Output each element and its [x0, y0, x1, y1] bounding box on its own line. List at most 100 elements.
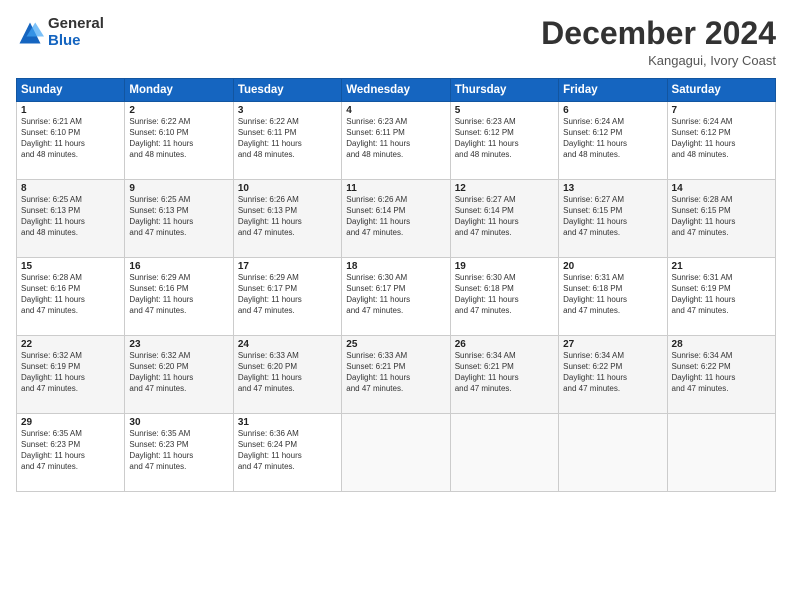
calendar-cell: 18Sunrise: 6:30 AMSunset: 6:17 PMDayligh…: [342, 258, 450, 336]
cell-daylight-info: Sunrise: 6:35 AMSunset: 6:23 PMDaylight:…: [21, 429, 120, 472]
day-number: 19: [455, 261, 554, 272]
location-subtitle: Kangagui, Ivory Coast: [541, 53, 776, 68]
calendar-cell: 19Sunrise: 6:30 AMSunset: 6:18 PMDayligh…: [450, 258, 558, 336]
cell-daylight-info: Sunrise: 6:30 AMSunset: 6:18 PMDaylight:…: [455, 273, 554, 316]
calendar-cell: [559, 414, 667, 492]
calendar-cell: 27Sunrise: 6:34 AMSunset: 6:22 PMDayligh…: [559, 336, 667, 414]
day-number: 20: [563, 261, 662, 272]
cell-daylight-info: Sunrise: 6:22 AMSunset: 6:10 PMDaylight:…: [129, 117, 228, 160]
calendar-cell: 6Sunrise: 6:24 AMSunset: 6:12 PMDaylight…: [559, 102, 667, 180]
calendar-cell: 11Sunrise: 6:26 AMSunset: 6:14 PMDayligh…: [342, 180, 450, 258]
day-number: 29: [21, 417, 120, 428]
col-thursday: Thursday: [450, 79, 558, 102]
cell-daylight-info: Sunrise: 6:36 AMSunset: 6:24 PMDaylight:…: [238, 429, 337, 472]
calendar-cell: 16Sunrise: 6:29 AMSunset: 6:16 PMDayligh…: [125, 258, 233, 336]
col-sunday: Sunday: [17, 79, 125, 102]
calendar-cell: 31Sunrise: 6:36 AMSunset: 6:24 PMDayligh…: [233, 414, 341, 492]
day-number: 12: [455, 183, 554, 194]
col-friday: Friday: [559, 79, 667, 102]
cell-daylight-info: Sunrise: 6:34 AMSunset: 6:21 PMDaylight:…: [455, 351, 554, 394]
day-number: 2: [129, 105, 228, 116]
cell-daylight-info: Sunrise: 6:32 AMSunset: 6:19 PMDaylight:…: [21, 351, 120, 394]
title-block: December 2024 Kangagui, Ivory Coast: [541, 16, 776, 68]
cell-daylight-info: Sunrise: 6:25 AMSunset: 6:13 PMDaylight:…: [21, 195, 120, 238]
day-number: 18: [346, 261, 445, 272]
calendar-cell: 5Sunrise: 6:23 AMSunset: 6:12 PMDaylight…: [450, 102, 558, 180]
cell-daylight-info: Sunrise: 6:28 AMSunset: 6:16 PMDaylight:…: [21, 273, 120, 316]
day-number: 1: [21, 105, 120, 116]
calendar-cell: 30Sunrise: 6:35 AMSunset: 6:23 PMDayligh…: [125, 414, 233, 492]
day-number: 13: [563, 183, 662, 194]
cell-daylight-info: Sunrise: 6:33 AMSunset: 6:20 PMDaylight:…: [238, 351, 337, 394]
day-number: 30: [129, 417, 228, 428]
cell-daylight-info: Sunrise: 6:24 AMSunset: 6:12 PMDaylight:…: [672, 117, 771, 160]
day-number: 9: [129, 183, 228, 194]
calendar-cell: 25Sunrise: 6:33 AMSunset: 6:21 PMDayligh…: [342, 336, 450, 414]
calendar-cell: 20Sunrise: 6:31 AMSunset: 6:18 PMDayligh…: [559, 258, 667, 336]
calendar-cell: 15Sunrise: 6:28 AMSunset: 6:16 PMDayligh…: [17, 258, 125, 336]
cell-daylight-info: Sunrise: 6:29 AMSunset: 6:16 PMDaylight:…: [129, 273, 228, 316]
day-number: 24: [238, 339, 337, 350]
cell-daylight-info: Sunrise: 6:34 AMSunset: 6:22 PMDaylight:…: [563, 351, 662, 394]
calendar-cell: 1Sunrise: 6:21 AMSunset: 6:10 PMDaylight…: [17, 102, 125, 180]
calendar-cell: 10Sunrise: 6:26 AMSunset: 6:13 PMDayligh…: [233, 180, 341, 258]
calendar-cell: 24Sunrise: 6:33 AMSunset: 6:20 PMDayligh…: [233, 336, 341, 414]
col-wednesday: Wednesday: [342, 79, 450, 102]
col-monday: Monday: [125, 79, 233, 102]
cell-daylight-info: Sunrise: 6:31 AMSunset: 6:19 PMDaylight:…: [672, 273, 771, 316]
calendar-cell: 14Sunrise: 6:28 AMSunset: 6:15 PMDayligh…: [667, 180, 775, 258]
day-number: 27: [563, 339, 662, 350]
header: General Blue December 2024 Kangagui, Ivo…: [16, 16, 776, 68]
day-number: 16: [129, 261, 228, 272]
day-number: 15: [21, 261, 120, 272]
calendar-week-row-2: 8Sunrise: 6:25 AMSunset: 6:13 PMDaylight…: [17, 180, 776, 258]
day-number: 31: [238, 417, 337, 428]
page: General Blue December 2024 Kangagui, Ivo…: [0, 0, 792, 612]
calendar-cell: 21Sunrise: 6:31 AMSunset: 6:19 PMDayligh…: [667, 258, 775, 336]
cell-daylight-info: Sunrise: 6:33 AMSunset: 6:21 PMDaylight:…: [346, 351, 445, 394]
calendar-cell: 13Sunrise: 6:27 AMSunset: 6:15 PMDayligh…: [559, 180, 667, 258]
day-number: 17: [238, 261, 337, 272]
day-number: 3: [238, 105, 337, 116]
cell-daylight-info: Sunrise: 6:35 AMSunset: 6:23 PMDaylight:…: [129, 429, 228, 472]
cell-daylight-info: Sunrise: 6:26 AMSunset: 6:14 PMDaylight:…: [346, 195, 445, 238]
day-number: 22: [21, 339, 120, 350]
logo-blue-text: Blue: [48, 33, 104, 50]
calendar-week-row-3: 15Sunrise: 6:28 AMSunset: 6:16 PMDayligh…: [17, 258, 776, 336]
cell-daylight-info: Sunrise: 6:24 AMSunset: 6:12 PMDaylight:…: [563, 117, 662, 160]
day-number: 6: [563, 105, 662, 116]
logo-general-text: General: [48, 16, 104, 33]
calendar-table: Sunday Monday Tuesday Wednesday Thursday…: [16, 78, 776, 492]
calendar-cell: 29Sunrise: 6:35 AMSunset: 6:23 PMDayligh…: [17, 414, 125, 492]
cell-daylight-info: Sunrise: 6:27 AMSunset: 6:14 PMDaylight:…: [455, 195, 554, 238]
cell-daylight-info: Sunrise: 6:23 AMSunset: 6:11 PMDaylight:…: [346, 117, 445, 160]
day-number: 14: [672, 183, 771, 194]
day-number: 21: [672, 261, 771, 272]
calendar-week-row-1: 1Sunrise: 6:21 AMSunset: 6:10 PMDaylight…: [17, 102, 776, 180]
cell-daylight-info: Sunrise: 6:21 AMSunset: 6:10 PMDaylight:…: [21, 117, 120, 160]
logo-text: General Blue: [48, 16, 104, 49]
cell-daylight-info: Sunrise: 6:27 AMSunset: 6:15 PMDaylight:…: [563, 195, 662, 238]
calendar-cell: 12Sunrise: 6:27 AMSunset: 6:14 PMDayligh…: [450, 180, 558, 258]
day-number: 11: [346, 183, 445, 194]
logo: General Blue: [16, 16, 104, 49]
calendar-cell: [342, 414, 450, 492]
calendar-cell: 4Sunrise: 6:23 AMSunset: 6:11 PMDaylight…: [342, 102, 450, 180]
calendar-cell: 2Sunrise: 6:22 AMSunset: 6:10 PMDaylight…: [125, 102, 233, 180]
calendar-cell: [450, 414, 558, 492]
cell-daylight-info: Sunrise: 6:25 AMSunset: 6:13 PMDaylight:…: [129, 195, 228, 238]
cell-daylight-info: Sunrise: 6:30 AMSunset: 6:17 PMDaylight:…: [346, 273, 445, 316]
calendar-cell: 26Sunrise: 6:34 AMSunset: 6:21 PMDayligh…: [450, 336, 558, 414]
day-number: 7: [672, 105, 771, 116]
calendar-header-row: Sunday Monday Tuesday Wednesday Thursday…: [17, 79, 776, 102]
calendar-cell: 23Sunrise: 6:32 AMSunset: 6:20 PMDayligh…: [125, 336, 233, 414]
col-tuesday: Tuesday: [233, 79, 341, 102]
month-title: December 2024: [541, 16, 776, 51]
calendar-cell: 7Sunrise: 6:24 AMSunset: 6:12 PMDaylight…: [667, 102, 775, 180]
day-number: 26: [455, 339, 554, 350]
calendar-cell: 28Sunrise: 6:34 AMSunset: 6:22 PMDayligh…: [667, 336, 775, 414]
calendar-week-row-4: 22Sunrise: 6:32 AMSunset: 6:19 PMDayligh…: [17, 336, 776, 414]
day-number: 23: [129, 339, 228, 350]
calendar-cell: 22Sunrise: 6:32 AMSunset: 6:19 PMDayligh…: [17, 336, 125, 414]
cell-daylight-info: Sunrise: 6:34 AMSunset: 6:22 PMDaylight:…: [672, 351, 771, 394]
